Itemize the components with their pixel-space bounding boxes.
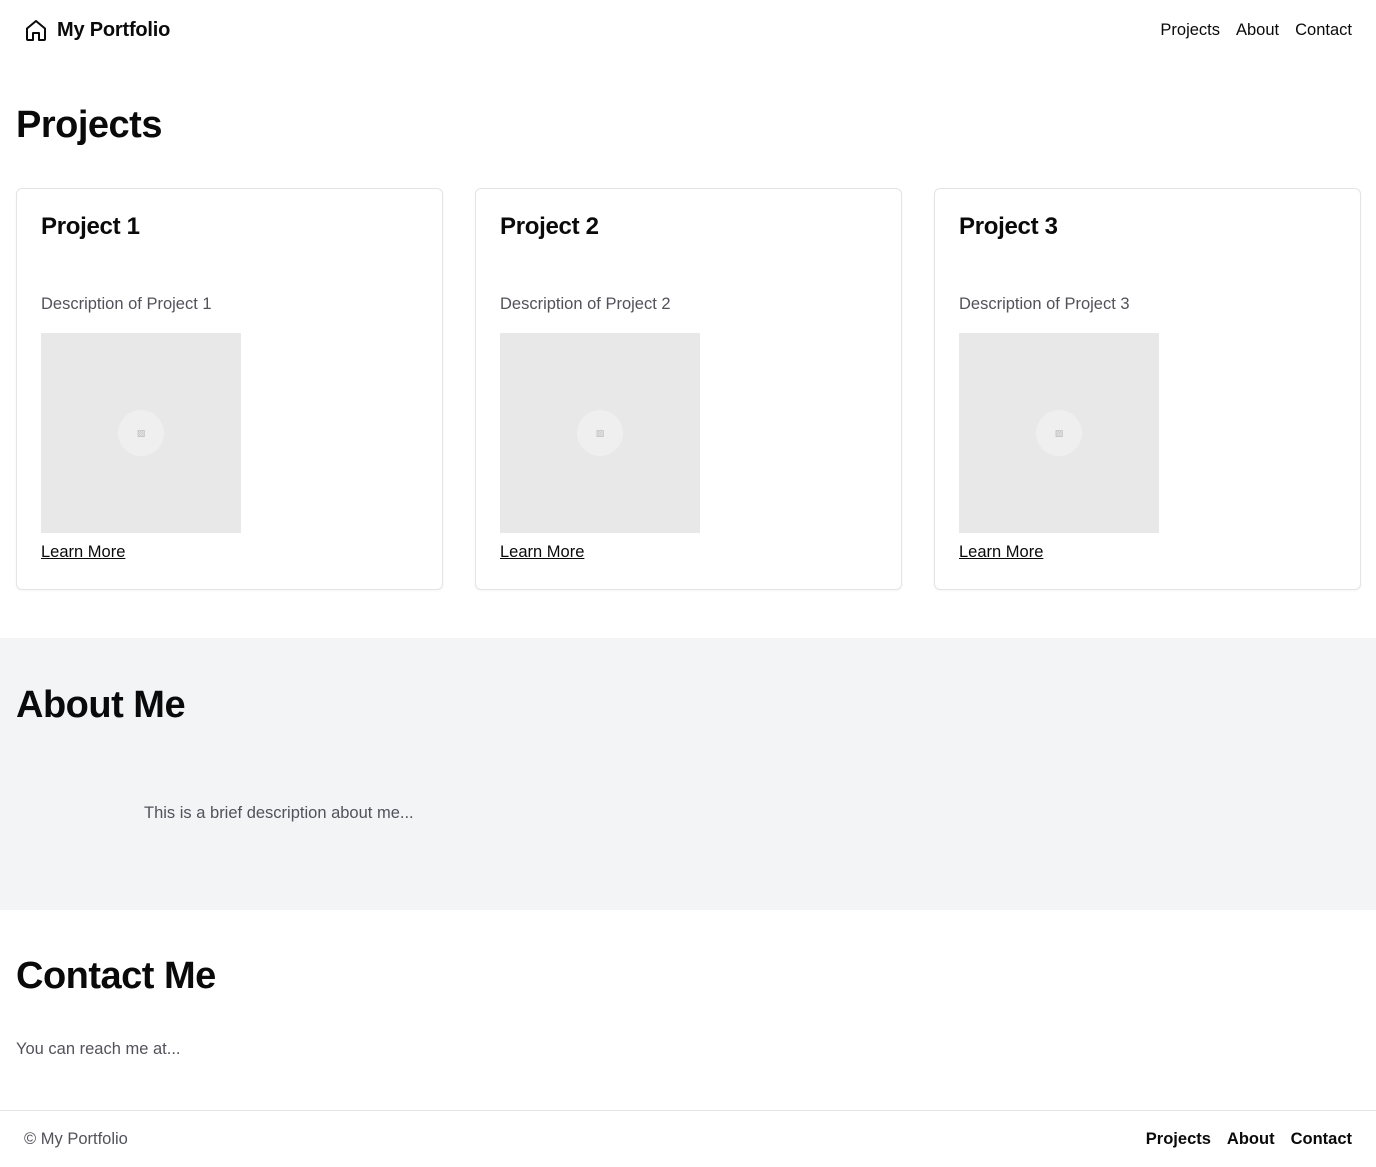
learn-more-link[interactable]: Learn More (41, 543, 125, 562)
footer-link-projects[interactable]: Projects (1146, 1130, 1211, 1149)
image-placeholder-icon: ▨ (1036, 410, 1082, 456)
brand-link[interactable]: My Portfolio (24, 18, 170, 42)
project-image: ▨ (500, 333, 700, 533)
project-title: Project 1 (41, 213, 140, 240)
site-footer: © My Portfolio Projects About Contact (0, 1110, 1376, 1167)
footer-nav: Projects About Contact (1146, 1130, 1352, 1149)
project-card: Project 3 Description of Project 3 ▨ Lea… (934, 188, 1361, 590)
image-placeholder-icon: ▨ (577, 410, 623, 456)
project-title: Project 3 (959, 213, 1058, 240)
brand-name: My Portfolio (57, 18, 171, 41)
learn-more-link[interactable]: Learn More (500, 543, 584, 562)
contact-heading: Contact Me (16, 955, 216, 997)
project-description: Description of Project 1 (41, 295, 212, 313)
project-cards: Project 1 Description of Project 1 ▨ Lea… (16, 188, 1361, 590)
home-icon (26, 20, 46, 41)
nav-link-projects[interactable]: Projects (1160, 21, 1220, 40)
project-description: Description of Project 3 (959, 295, 1130, 313)
nav-link-about[interactable]: About (1236, 21, 1279, 40)
contact-text: You can reach me at... (16, 1040, 181, 1058)
nav-link-contact[interactable]: Contact (1295, 21, 1352, 40)
project-title: Project 2 (500, 213, 599, 240)
project-description: Description of Project 2 (500, 295, 671, 313)
image-placeholder-icon: ▨ (118, 410, 164, 456)
about-text: This is a brief description about me... (144, 804, 414, 822)
project-card: Project 2 Description of Project 2 ▨ Lea… (475, 188, 902, 590)
about-section: About Me This is a brief description abo… (0, 638, 1376, 910)
footer-link-about[interactable]: About (1227, 1130, 1275, 1149)
projects-heading: Projects (16, 104, 162, 146)
header-nav: Projects About Contact (1160, 21, 1352, 40)
project-image: ▨ (959, 333, 1159, 533)
footer-link-contact[interactable]: Contact (1291, 1130, 1352, 1149)
learn-more-link[interactable]: Learn More (959, 543, 1043, 562)
about-heading: About Me (16, 684, 186, 726)
site-header: My Portfolio Projects About Contact (0, 0, 1376, 60)
project-card: Project 1 Description of Project 1 ▨ Lea… (16, 188, 443, 590)
copyright-text: © My Portfolio (24, 1129, 128, 1148)
project-image: ▨ (41, 333, 241, 533)
